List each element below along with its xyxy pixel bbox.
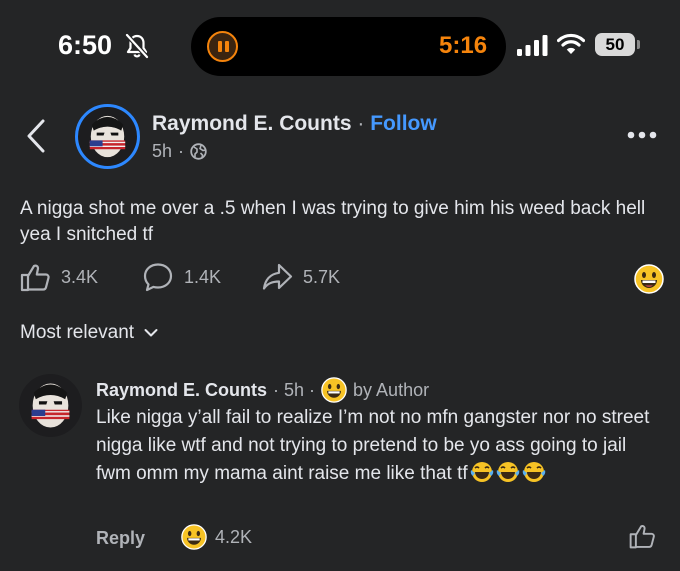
author-separator: · [357, 112, 365, 135]
author-name[interactable]: Raymond E. Counts [152, 112, 352, 135]
grin-emoji-icon[interactable] [634, 264, 664, 294]
more-icon[interactable] [627, 130, 657, 140]
comment-time: · 5h · [273, 379, 316, 400]
like-icon [20, 264, 50, 292]
follow-button[interactable]: Follow [370, 112, 437, 135]
post-author-line: Raymond E. Counts · Follow [152, 112, 437, 136]
pause-icon[interactable] [207, 31, 238, 62]
globe-icon [190, 143, 207, 160]
chevron-down-icon [144, 329, 158, 337]
sort-dropdown[interactable]: Most relevant [20, 322, 158, 344]
comment-body: Like nigga y’all fail to realize I’m not… [96, 407, 650, 484]
like-button[interactable]: 3.4K [19, 262, 98, 292]
comment-like-icon[interactable] [628, 522, 656, 550]
post-text: A nigga shot me over a .5 when I was try… [20, 198, 646, 245]
comment-reaction-count: 4.2K [215, 526, 253, 547]
author-badge-emoji-icon [321, 377, 347, 403]
comment-text: Like nigga y’all fail to realize I’m not… [96, 404, 666, 488]
comment-icon [143, 263, 173, 292]
author-avatar[interactable] [75, 104, 140, 169]
battery-icon: 50 [595, 33, 635, 56]
status-time: 6:50 [58, 30, 113, 60]
dynamic-island[interactable]: 5:16 [191, 17, 506, 76]
laugh-emoji-icon [522, 462, 545, 482]
bell-slash-icon [125, 33, 149, 59]
signal-icon [517, 35, 548, 56]
wifi-icon [557, 33, 585, 54]
share-button[interactable]: 5.7K [261, 262, 340, 292]
laugh-emoji-icon [496, 462, 519, 482]
reply-button[interactable]: Reply [96, 528, 145, 549]
comment-count: 1.4K [184, 266, 222, 287]
comment-header: Raymond E. Counts · 5h · by Author [96, 377, 429, 403]
comment-avatar[interactable] [19, 374, 82, 437]
post-age[interactable]: 5h [152, 141, 172, 162]
comment-reactions[interactable]: 4.2K [181, 524, 252, 550]
laugh-emoji-icon [470, 462, 493, 482]
activity-time: 5:16 [439, 32, 488, 59]
grin-emoji-icon [181, 524, 207, 550]
meta-separator: · [178, 141, 185, 161]
sort-label: Most relevant [20, 322, 135, 343]
share-count: 5.7K [303, 266, 341, 287]
comment-author[interactable]: Raymond E. Counts [96, 380, 267, 401]
back-icon[interactable] [25, 118, 47, 154]
avatar-image [78, 107, 137, 166]
like-count: 3.4K [61, 266, 99, 287]
battery-nub [637, 40, 640, 49]
post-meta: 5h · [152, 141, 207, 162]
author-badge: by Author [353, 379, 430, 400]
comment-button[interactable]: 1.4K [142, 262, 221, 292]
laugh-emoji-group [468, 462, 546, 484]
share-icon [262, 263, 293, 290]
comment-avatar-image [19, 374, 82, 437]
